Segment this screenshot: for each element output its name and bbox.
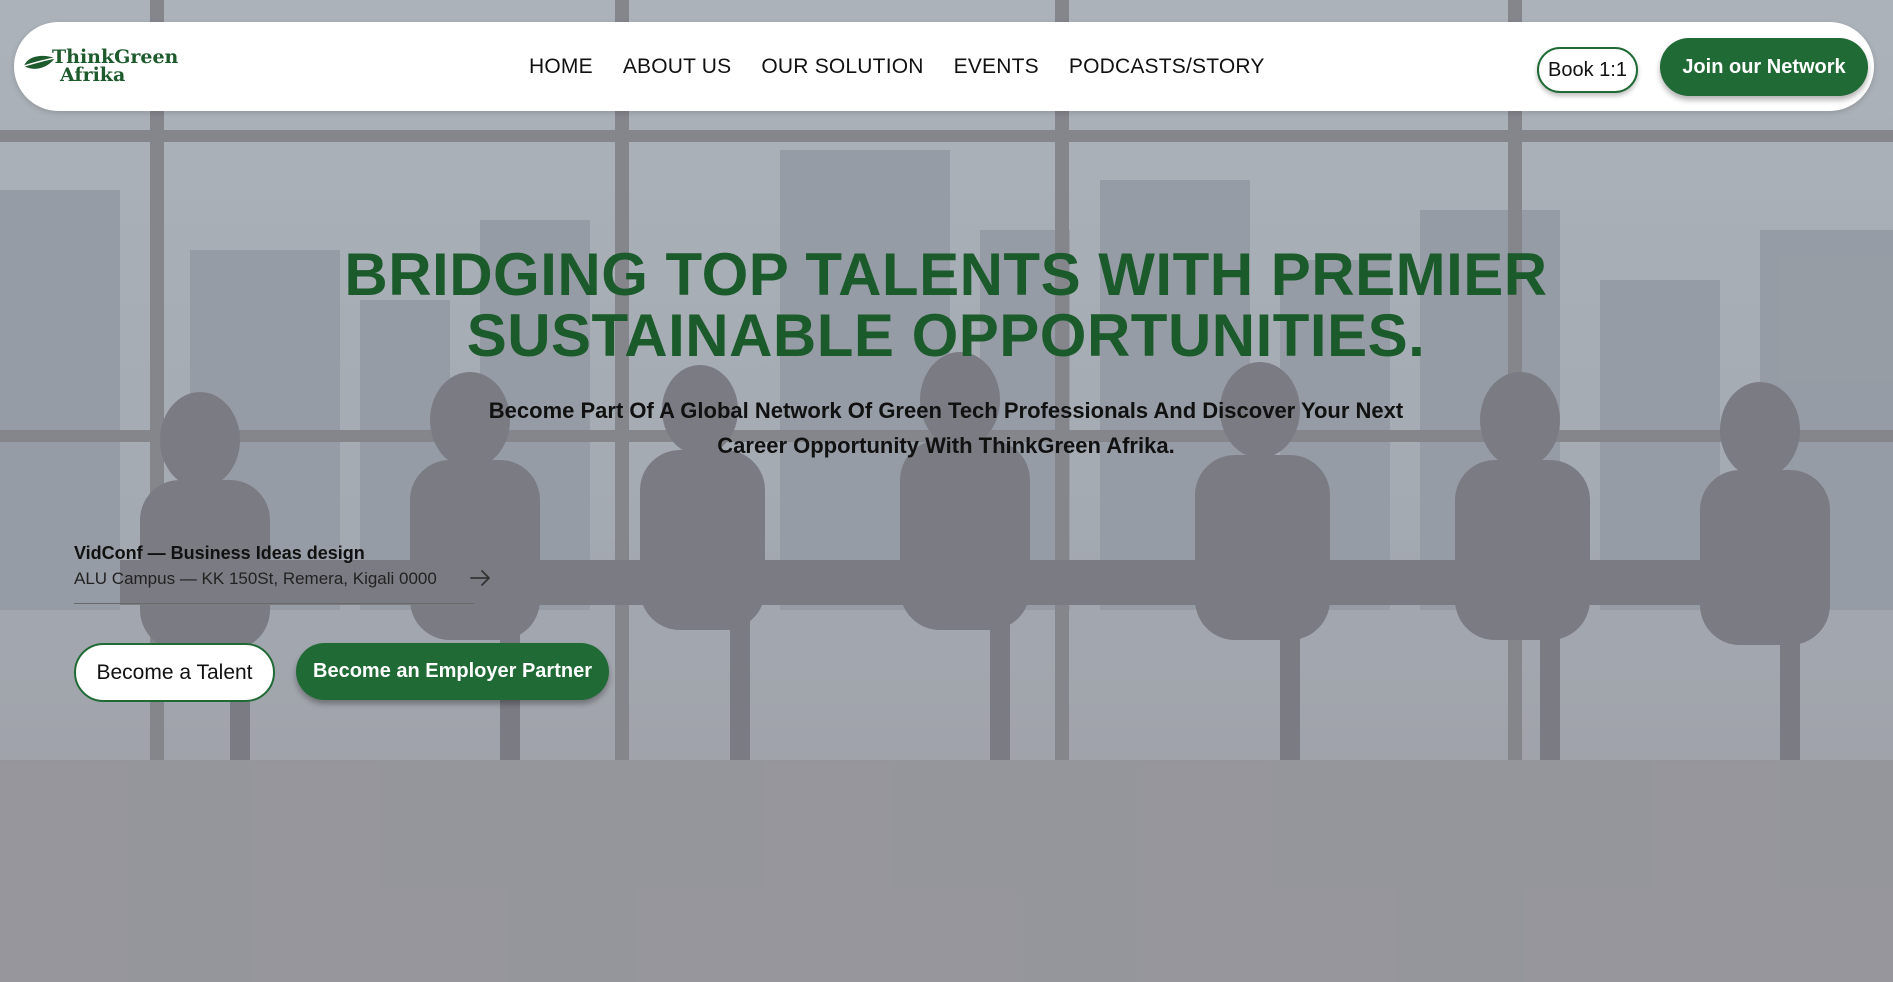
hero-title-line1: BRIDGING TOP TALENTS WITH PREMIER (344, 241, 1548, 308)
book-one-on-one-button[interactable]: Book 1:1 (1537, 47, 1638, 93)
become-employer-partner-button[interactable]: Become an Employer Partner (296, 643, 609, 700)
become-talent-button[interactable]: Become a Talent (74, 643, 275, 702)
event-location: ALU Campus — KK 150St, Remera, Kigali 00… (74, 569, 437, 588)
nav-about-us[interactable]: ABOUT US (623, 55, 732, 79)
logo[interactable]: ThinkGreen Afrika (22, 44, 182, 90)
event-card[interactable]: VidConf — Business Ideas design ALU Camp… (74, 543, 490, 604)
nav-our-solution[interactable]: OUR SOLUTION (761, 55, 923, 79)
hero-title-line2: SUSTAINABLE OPPORTUNITIES. (466, 302, 1426, 369)
nav-events[interactable]: EVENTS (954, 55, 1039, 79)
nav-links: HOME ABOUT US OUR SOLUTION EVENTS PODCAS… (529, 22, 1265, 111)
nav-home[interactable]: HOME (529, 55, 593, 79)
hero-subtitle-line2: Career Opportunity With ThinkGreen Afrik… (717, 433, 1175, 458)
background-overlay (0, 0, 1893, 982)
join-network-button[interactable]: Join our Network (1660, 38, 1868, 96)
nav-podcasts-story[interactable]: PODCASTS/STORY (1069, 55, 1265, 79)
navbar: ThinkGreen Afrika HOME ABOUT US OUR SOLU… (14, 22, 1874, 111)
arrow-right-icon[interactable] (470, 569, 492, 587)
event-title: VidConf — Business Ideas design (74, 543, 365, 563)
hero-subtitle: Become Part Of A Global Network Of Green… (446, 393, 1446, 463)
page: ThinkGreen Afrika HOME ABOUT US OUR SOLU… (0, 0, 1893, 982)
hero-subtitle-line1: Become Part Of A Global Network Of Green… (488, 398, 1404, 423)
leaf-icon (23, 55, 56, 69)
hero-title: BRIDGING TOP TALENTS WITH PREMIER SUSTAI… (296, 244, 1596, 366)
logo-line2: Afrika (60, 64, 126, 86)
